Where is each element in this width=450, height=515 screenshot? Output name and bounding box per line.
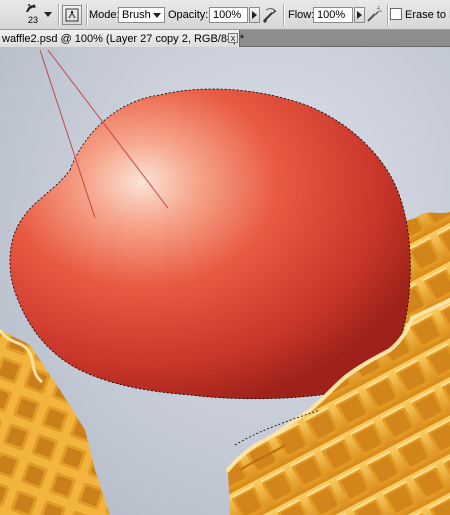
flow-input[interactable]: 100% [313,7,353,23]
mode-select-value: Brush [122,9,151,21]
mode-select[interactable]: Brush [118,7,165,23]
separator [58,4,59,26]
erase-to-history-checkbox[interactable] [390,8,402,20]
tool-options-bar: 23 Mode: Brush Opacity: 100% Flow: 100% [0,0,450,30]
document-tab[interactable]: waffle2.psd @ 100% (Layer 27 copy 2, RGB… [0,30,244,47]
brush-picker-dropdown-icon[interactable] [42,6,56,22]
document-tab-bar: waffle2.psd @ 100% (Layer 27 copy 2, RGB… [0,30,450,47]
erase-to-history-label: Erase to Hist [405,9,450,21]
mode-label: Mode: [89,9,120,21]
toggle-brush-panel-icon[interactable] [62,5,82,25]
close-tab-icon[interactable]: x [228,33,238,43]
artwork [0,49,450,515]
tablet-pressure-opacity-icon[interactable] [259,4,281,26]
separator [283,4,284,26]
brush-size-label: 23 [28,15,39,25]
document-canvas[interactable] [0,47,450,515]
opacity-input[interactable]: 100% [209,7,248,23]
opacity-label: Opacity: [168,9,209,21]
document-tab-title: waffle2.psd @ 100% (Layer 27 copy 2, RGB… [2,32,245,45]
flow-label: Flow: [288,9,315,21]
separator [387,4,388,26]
separator [86,4,87,26]
selection-outline [9,88,411,400]
airbrush-icon[interactable] [363,4,385,26]
